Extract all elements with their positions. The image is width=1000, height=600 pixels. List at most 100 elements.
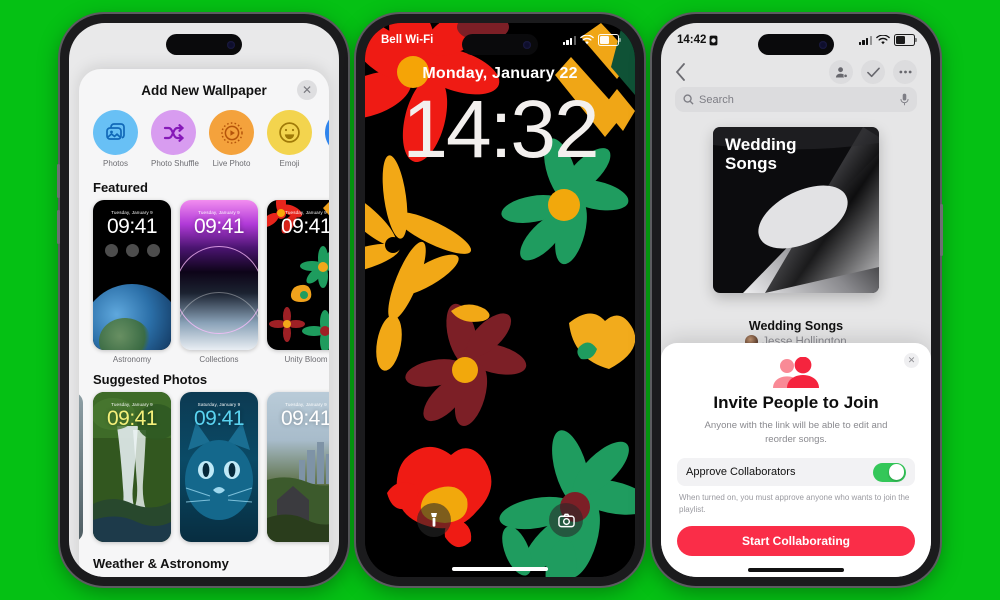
status-indicators bbox=[562, 34, 621, 46]
featured-heading: Featured bbox=[93, 180, 148, 195]
weather-astronomy-heading: Weather & Astronomy bbox=[93, 556, 229, 571]
weather-icon bbox=[325, 110, 329, 155]
add-wallpaper-sheet: Add New Wallpaper ✕ Photos Photo Shuffle… bbox=[79, 69, 329, 577]
category-label: Live Photo bbox=[212, 159, 251, 168]
screenshot-stage: Add New Wallpaper ✕ Photos Photo Shuffle… bbox=[0, 0, 1000, 600]
category-photos[interactable]: Photos bbox=[93, 110, 138, 168]
phone3-screen: 14:42 Search Wedding Songs Wedding Songs… bbox=[661, 23, 931, 577]
status-indicators bbox=[858, 34, 917, 46]
home-indicator[interactable] bbox=[748, 568, 844, 572]
invite-people-modal: ✕ Invite People to Join Anyone with the … bbox=[661, 343, 931, 577]
artwork-title-line1: Wedding bbox=[725, 135, 797, 154]
modal-subtitle: Anyone with the link will be able to edi… bbox=[704, 420, 888, 445]
wallpaper-astronomy[interactable]: Tuesday, January 9 09:41 Astronomy bbox=[93, 200, 171, 364]
playlist-artwork[interactable]: Wedding Songs bbox=[713, 127, 879, 293]
wallpaper-caption: Astronomy bbox=[112, 355, 152, 364]
camera-icon[interactable] bbox=[549, 503, 583, 537]
approve-collaborators-row[interactable]: Approve Collaborators bbox=[677, 458, 915, 487]
wallpaper-time: 09:41 bbox=[280, 407, 329, 430]
front-camera-lens bbox=[227, 40, 235, 49]
wallpaper-time: 09:41 bbox=[280, 215, 329, 238]
category-photo-shuffle[interactable]: Photo Shuffle bbox=[151, 110, 199, 168]
search-icon bbox=[683, 94, 694, 105]
cellular-bars-icon bbox=[562, 35, 576, 45]
suggested-cat[interactable]: Saturday, January 9 09:41 bbox=[180, 392, 258, 542]
phone-lock-screen: Bell Wi-Fi Monday, January 22 14:32 bbox=[356, 14, 644, 586]
phone2-screen: Bell Wi-Fi Monday, January 22 14:32 bbox=[365, 23, 635, 577]
start-collaborating-button[interactable]: Start Collaborating bbox=[677, 526, 915, 557]
side-button[interactable] bbox=[940, 204, 943, 256]
featured-row[interactable]: Tuesday, January 9 09:41 Astronomy Tuesd… bbox=[79, 200, 329, 364]
wallpaper-time: 09:41 bbox=[193, 215, 245, 238]
approve-collaborators-toggle[interactable] bbox=[873, 462, 906, 482]
phone1-screen: Add New Wallpaper ✕ Photos Photo Shuffle… bbox=[69, 23, 339, 577]
live-photo-icon bbox=[209, 110, 254, 155]
carrier-label: Bell Wi-Fi bbox=[381, 34, 434, 46]
suggested-photos-row[interactable]: Tuesday, January 9 09:41 Saturday, Janua… bbox=[79, 392, 329, 542]
alarm-icon bbox=[710, 35, 718, 45]
front-camera-lens bbox=[819, 40, 827, 49]
battery-icon bbox=[598, 34, 621, 46]
photos-icon bbox=[93, 110, 138, 155]
checkmark-icon[interactable] bbox=[861, 60, 885, 84]
suggested-peek-left[interactable] bbox=[79, 392, 83, 542]
flashlight-icon[interactable] bbox=[417, 503, 451, 537]
toggle-label: Approve Collaborators bbox=[686, 466, 796, 479]
phone-wallpaper-picker: Add New Wallpaper ✕ Photos Photo Shuffle… bbox=[57, 14, 348, 586]
category-weather[interactable]: Weather bbox=[325, 110, 329, 168]
wallpaper-collections[interactable]: Tuesday, January 9 09:41 Collections bbox=[180, 200, 258, 364]
search-input[interactable]: Search bbox=[675, 87, 917, 112]
volume-buttons[interactable] bbox=[57, 164, 60, 198]
home-indicator[interactable] bbox=[452, 567, 548, 571]
lock-screen-time: 14:32 bbox=[402, 84, 599, 175]
wallpaper-caption: Unity Bloom bbox=[284, 355, 328, 364]
artwork-title: Wedding Songs bbox=[725, 135, 796, 173]
category-label: Photos bbox=[103, 159, 128, 168]
playlist-nav-bar bbox=[661, 57, 931, 87]
modal-title: Invite People to Join bbox=[713, 393, 879, 412]
wallpaper-time: 09:41 bbox=[193, 407, 245, 430]
wallpaper-caption: Collections bbox=[199, 355, 239, 364]
category-label: Photo Shuffle bbox=[151, 159, 199, 168]
category-emoji[interactable]: Emoji bbox=[267, 110, 312, 168]
search-placeholder: Search bbox=[699, 93, 734, 106]
volume-down-button[interactable] bbox=[57, 210, 60, 244]
phone-music-playlist: 14:42 Search Wedding Songs Wedding Songs… bbox=[652, 14, 943, 586]
widget-placeholders bbox=[93, 244, 171, 257]
lock-screen-date: Monday, January 22 bbox=[422, 65, 578, 82]
shuffle-icon bbox=[151, 110, 196, 155]
wallpaper-time: 09:41 bbox=[106, 407, 158, 430]
wifi-icon bbox=[580, 34, 594, 44]
emoji-icon bbox=[267, 110, 312, 155]
category-label: Emoji bbox=[279, 159, 300, 168]
category-live-photo[interactable]: Live Photo bbox=[209, 110, 254, 168]
artwork-title-line2: Songs bbox=[725, 154, 777, 174]
wallpaper-time: 09:41 bbox=[106, 215, 158, 238]
wallpaper-category-row: Photos Photo Shuffle Live Photo Emoji bbox=[79, 104, 329, 172]
dynamic-island bbox=[166, 34, 242, 55]
front-camera-lens bbox=[523, 40, 531, 49]
sheet-title: Add New Wallpaper bbox=[141, 83, 267, 98]
battery-icon bbox=[894, 34, 917, 46]
dynamic-island bbox=[758, 34, 834, 55]
suggested-city[interactable]: Tuesday, January 9 09:41 bbox=[267, 392, 329, 542]
wifi-icon bbox=[876, 34, 890, 44]
close-icon[interactable]: ✕ bbox=[297, 80, 317, 100]
status-time-group: 14:42 bbox=[677, 34, 718, 46]
status-carrier: Bell Wi-Fi bbox=[381, 34, 433, 46]
category-label: Weather bbox=[325, 159, 329, 168]
close-icon[interactable]: ✕ bbox=[904, 353, 919, 368]
suggested-photos-heading: Suggested Photos bbox=[93, 372, 208, 387]
microphone-icon[interactable] bbox=[900, 93, 909, 106]
cellular-bars-icon bbox=[858, 35, 872, 45]
chevron-left-icon[interactable] bbox=[675, 63, 686, 81]
ellipsis-icon[interactable] bbox=[893, 60, 917, 84]
status-time: 14:42 bbox=[677, 34, 707, 46]
wallpaper-unity-bloom[interactable]: Tuesday, January 9 09:41 Unity Bloom bbox=[267, 200, 329, 364]
dynamic-island bbox=[462, 34, 538, 55]
suggested-waterfall[interactable]: Tuesday, January 9 09:41 bbox=[93, 392, 171, 542]
two-people-icon bbox=[661, 343, 931, 389]
person-add-icon[interactable] bbox=[829, 60, 853, 84]
modal-footnote: When turned on, you must approve anyone … bbox=[679, 493, 910, 515]
playlist-name: Wedding Songs bbox=[748, 319, 844, 333]
